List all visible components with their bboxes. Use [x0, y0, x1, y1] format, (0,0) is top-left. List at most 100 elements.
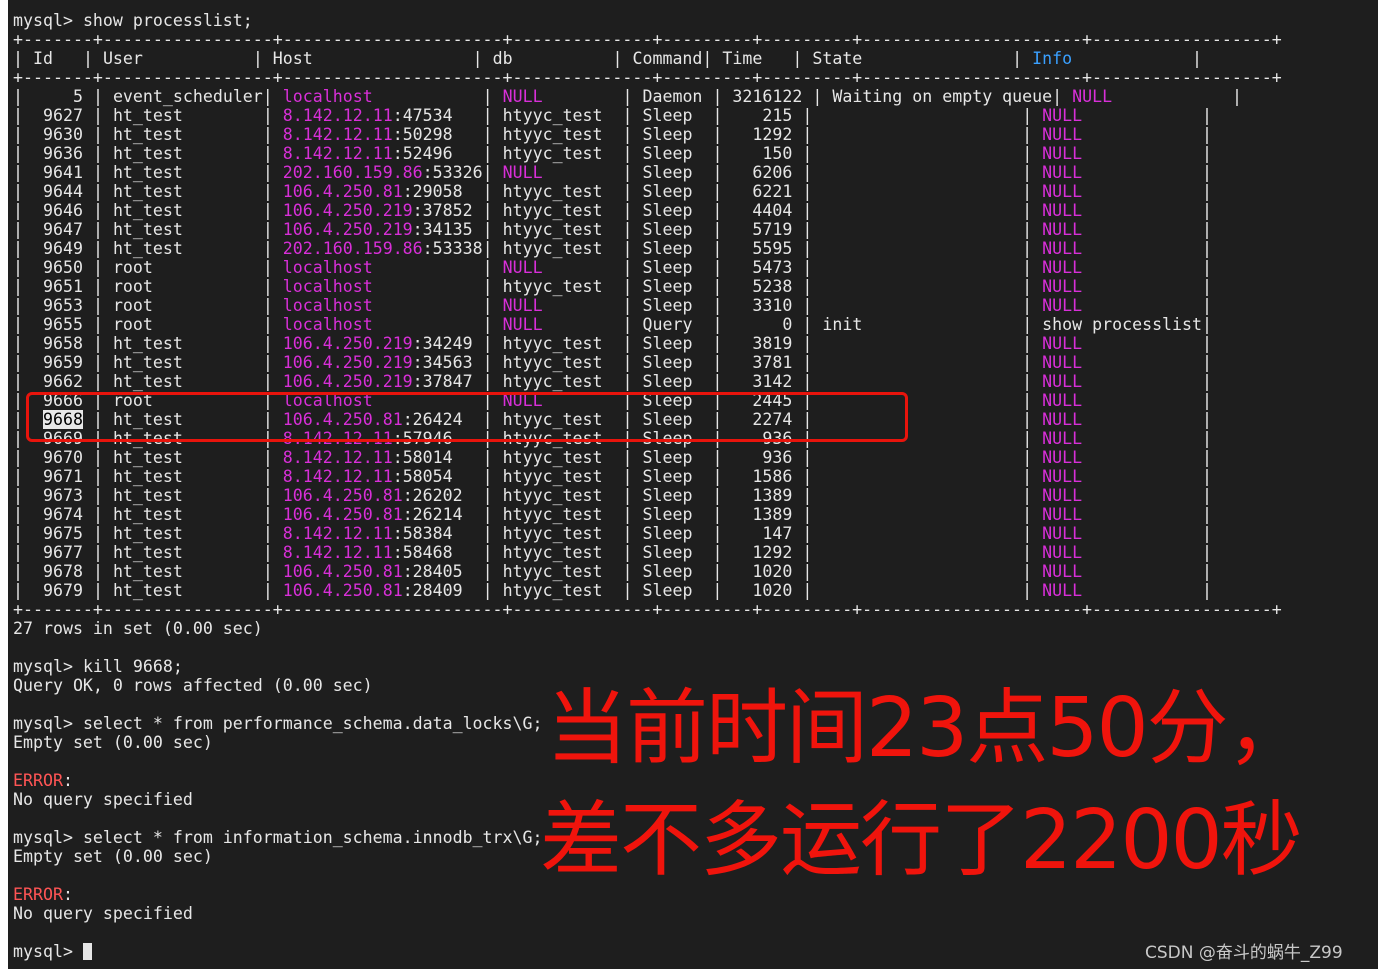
row-host: localhost — [282, 277, 373, 296]
row-db: htyyc_test — [502, 353, 603, 372]
row-user: ht_test — [112, 448, 183, 467]
annotation-line-2: 差不多运行了2200秒 — [540, 793, 1303, 888]
row-user: ht_test — [112, 562, 183, 581]
row-time: 215 — [762, 106, 793, 125]
row-port: :53338 — [422, 239, 483, 258]
row-info: NULL — [1042, 163, 1083, 182]
table-row: | 9677 | ht_test | 8.142.12.11:58468 | h… — [13, 543, 1213, 562]
row-id: 9678 — [42, 562, 83, 581]
row-db: htyyc_test — [502, 467, 603, 486]
cursor[interactable] — [82, 943, 92, 960]
row-user: ht_test — [112, 353, 183, 372]
row-host: 8.142.12.11 — [282, 543, 393, 562]
row-command: Sleep — [642, 562, 693, 581]
row-db: htyyc_test — [502, 201, 603, 220]
row-info: NULL — [1042, 524, 1083, 543]
row-time: 1020 — [752, 581, 793, 600]
row-state: Waiting on empty queue — [832, 87, 1053, 106]
table-row: | 9658 | ht_test | 106.4.250.219:34249 |… — [13, 334, 1212, 353]
row-command: Sleep — [642, 277, 693, 296]
error-message-text: No query specified — [13, 790, 193, 809]
row-host: 202.160.159.86 — [282, 239, 423, 258]
table-border-text: +-------+-----------------+-------------… — [13, 600, 1282, 619]
row-db: htyyc_test — [502, 448, 603, 467]
row-db: htyyc_test — [502, 524, 603, 543]
row-user: ht_test — [112, 486, 183, 505]
result-line-text: Query OK, 0 rows affected (0.00 sec) — [13, 676, 373, 695]
row-info: NULL — [1042, 505, 1083, 524]
row-host: 106.4.250.81 — [282, 486, 403, 505]
row-time: 1292 — [752, 543, 793, 562]
row-host: 8.142.12.11 — [282, 144, 393, 163]
row-command: Sleep — [642, 353, 693, 372]
row-command: Sleep — [642, 201, 693, 220]
row-info: NULL — [1072, 87, 1113, 106]
row-time: 3819 — [752, 334, 793, 353]
table-border: +-------+-----------------+-------------… — [13, 30, 1282, 49]
highlight-box — [26, 392, 908, 442]
row-info: NULL — [1042, 239, 1083, 258]
row-id: 9658 — [42, 334, 83, 353]
row-user: event_scheduler — [112, 87, 263, 106]
row-port: :28405 — [402, 562, 463, 581]
row-time: 1389 — [752, 486, 793, 505]
row-time: 3142 — [752, 372, 793, 391]
table-row: | 9678 | ht_test | 106.4.250.81:28405 | … — [13, 562, 1212, 581]
result-line-text: Empty set (0.00 sec) — [13, 847, 213, 866]
row-info: NULL — [1042, 467, 1083, 486]
row-port: :50298 — [392, 125, 453, 144]
row-db: htyyc_test — [502, 334, 603, 353]
table-row: | 9636 | ht_test | 8.142.12.11:52496 | h… — [13, 144, 1213, 163]
prompt: mysql> — [13, 828, 83, 847]
row-command: Sleep — [642, 125, 693, 144]
row-user: ht_test — [112, 163, 183, 182]
row-host: localhost — [282, 296, 373, 315]
row-id: 9673 — [42, 486, 83, 505]
row-info: NULL — [1042, 486, 1083, 505]
row-host: localhost — [282, 315, 373, 334]
row-id: 9646 — [42, 201, 83, 220]
row-db: NULL — [502, 315, 543, 334]
prompt: mysql> — [13, 942, 83, 961]
command-line: mysql> kill 9668; — [13, 657, 1282, 676]
row-time: 936 — [762, 448, 793, 467]
row-info: NULL — [1042, 448, 1083, 467]
row-user: root — [112, 296, 153, 315]
row-id: 9653 — [42, 296, 83, 315]
table-row: | 9659 | ht_test | 106.4.250.219:34563 |… — [13, 353, 1212, 372]
row-host: 106.4.250.81 — [282, 182, 403, 201]
row-command: Sleep — [642, 296, 693, 315]
row-port: :58014 — [392, 448, 453, 467]
row-time: 1389 — [752, 505, 793, 524]
row-info: NULL — [1042, 391, 1083, 410]
error-label: ERROR — [13, 771, 63, 790]
row-user: ht_test — [112, 201, 183, 220]
row-db: htyyc_test — [502, 125, 603, 144]
row-command: Sleep — [642, 524, 693, 543]
row-db: htyyc_test — [502, 182, 603, 201]
row-host: 8.142.12.11 — [282, 125, 393, 144]
command-text: kill 9668; — [82, 657, 183, 676]
row-time: 3216122 — [732, 87, 803, 106]
error-message: No query specified — [13, 904, 1282, 923]
row-id: 9641 — [42, 163, 83, 182]
table-row: | 9646 | ht_test | 106.4.250.219:37852 |… — [13, 201, 1212, 220]
row-port: :34249 — [412, 334, 473, 353]
table-row: | 9644 | ht_test | 106.4.250.81:29058 | … — [13, 182, 1212, 201]
row-port: :58054 — [392, 467, 453, 486]
table-border-text: +-------+-----------------+-------------… — [13, 68, 1282, 87]
command-line: mysql> show processlist; — [13, 11, 1282, 30]
table-row: | 9627 | ht_test | 8.142.12.11:47534 | h… — [13, 106, 1213, 125]
row-user: ht_test — [112, 239, 183, 258]
table-row: | 9630 | ht_test | 8.142.12.11:50298 | h… — [13, 125, 1213, 144]
row-info: NULL — [1042, 543, 1083, 562]
row-host: 8.142.12.11 — [282, 524, 393, 543]
row-command: Sleep — [642, 334, 693, 353]
row-info: show processlist — [1042, 315, 1203, 334]
row-command: Sleep — [642, 258, 693, 277]
row-port: :34135 — [412, 220, 473, 239]
row-db: htyyc_test — [502, 486, 603, 505]
row-id: 9675 — [42, 524, 83, 543]
row-command: Sleep — [642, 467, 693, 486]
